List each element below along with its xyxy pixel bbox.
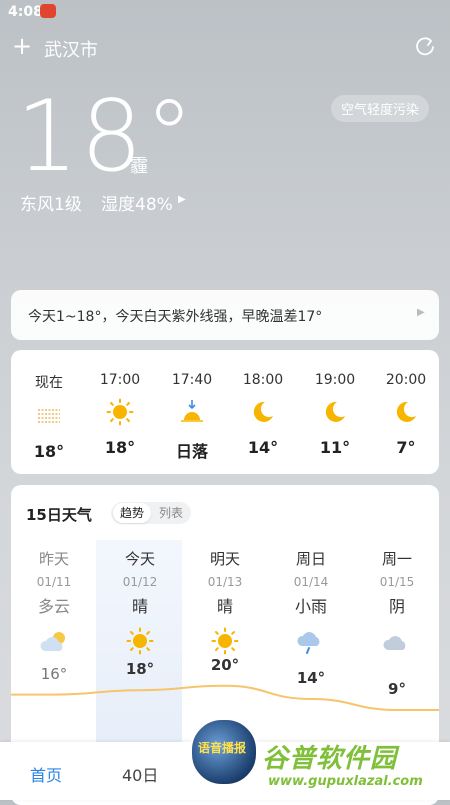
hour-time: 19:00 bbox=[314, 372, 356, 388]
day-date: 01/11 bbox=[36, 575, 72, 589]
moon-icon bbox=[325, 401, 345, 422]
wind-info[interactable]: 东风1级 bbox=[20, 190, 82, 215]
hourly-item: 18:00 14° bbox=[233, 372, 293, 457]
status-bar bbox=[0, 0, 450, 26]
hour-value: 日落 bbox=[175, 442, 208, 461]
sun-icon bbox=[126, 627, 154, 655]
day-weather: 晴 bbox=[216, 597, 233, 616]
day-high-temp: 14° bbox=[296, 669, 326, 687]
day-weather: 阴 bbox=[388, 597, 405, 616]
day-name: 周日 bbox=[295, 550, 326, 568]
tip-text: 今天1~18°，今天白天紫外线强，早晚温差17° bbox=[28, 309, 323, 325]
overcast-icon bbox=[383, 636, 406, 650]
day-name: 明天 bbox=[209, 550, 240, 568]
cloudy-icon bbox=[40, 632, 65, 651]
day-column[interactable]: 昨天 01/11 多云 bbox=[11, 548, 97, 659]
day-column[interactable]: 周一 01/15 阴 bbox=[354, 548, 440, 659]
add-city-button[interactable]: + bbox=[12, 34, 32, 58]
chevron-right-icon: ▶ bbox=[178, 194, 186, 205]
city-name[interactable]: 武汉市 bbox=[44, 36, 98, 62]
haze-icon bbox=[38, 409, 60, 423]
day-weather: 小雨 bbox=[294, 597, 327, 616]
day-date: 01/12 bbox=[122, 575, 158, 589]
hour-value: 18° bbox=[104, 438, 136, 457]
day-name: 昨天 bbox=[38, 550, 69, 568]
day-date: 01/13 bbox=[207, 575, 243, 589]
day-column[interactable]: 周日 01/14 小雨 bbox=[268, 548, 354, 659]
sun-icon bbox=[211, 627, 239, 655]
hour-time: 现在 bbox=[35, 375, 63, 391]
hourly-item: 20:00 7° bbox=[376, 372, 436, 457]
rain-icon bbox=[297, 632, 320, 654]
current-condition: 霾 bbox=[130, 156, 148, 177]
day-high-temp: 9° bbox=[388, 680, 406, 698]
humidity-info[interactable]: 湿度48% bbox=[101, 190, 173, 215]
day-high-temp: 18° bbox=[125, 660, 155, 679]
day-name: 周一 bbox=[381, 550, 412, 568]
aqi-badge[interactable]: 空气轻度污染 bbox=[331, 95, 430, 122]
moon-icon bbox=[253, 401, 273, 422]
hourly-item: 17:00 18° bbox=[90, 372, 150, 457]
hourly-item: 现在 18° bbox=[19, 372, 79, 461]
toggle-trend[interactable]: 趋势 bbox=[113, 503, 151, 523]
current-temperature: 18° bbox=[16, 80, 196, 194]
hour-value: 14° bbox=[247, 438, 279, 457]
sun-icon bbox=[106, 398, 134, 426]
day-high-temp: 20° bbox=[210, 655, 240, 674]
chevron-right-icon: ▶ bbox=[417, 307, 425, 318]
day-date: 01/15 bbox=[379, 575, 415, 589]
notification-icon bbox=[40, 4, 56, 18]
tab-home[interactable]: 首页 bbox=[30, 762, 62, 786]
status-time: 4:08 bbox=[8, 4, 43, 20]
day-date: 01/14 bbox=[293, 575, 329, 589]
hour-value: 11° bbox=[319, 438, 351, 457]
hourly-item: 19:00 11° bbox=[305, 372, 365, 457]
day-name: 今天 bbox=[124, 550, 155, 568]
moon-icon bbox=[396, 401, 416, 422]
hour-time: 17:40 bbox=[171, 372, 213, 388]
voice-broadcast-label: 语音播报 bbox=[197, 741, 246, 755]
watermark-logo: 谷普软件园 bbox=[262, 744, 398, 774]
toggle-list[interactable]: 列表 bbox=[153, 503, 189, 523]
hourly-item: 17:40 日落 bbox=[162, 372, 222, 462]
watermark-url: www.gupuxlazal.com bbox=[268, 774, 423, 789]
hour-value: 18° bbox=[33, 442, 65, 461]
refresh-icon[interactable] bbox=[414, 36, 436, 58]
day-weather: 多云 bbox=[37, 597, 70, 616]
tab-40-days[interactable]: 40日 bbox=[122, 762, 158, 786]
hour-value: 7° bbox=[396, 438, 416, 457]
sunset-icon bbox=[181, 400, 203, 422]
day-column[interactable]: 明天 01/13 晴 bbox=[182, 548, 268, 659]
forecast-title: 15日天气 bbox=[26, 506, 92, 524]
day-weather: 晴 bbox=[131, 597, 148, 616]
hour-time: 18:00 bbox=[242, 372, 284, 388]
day-column[interactable]: 今天 01/12 晴 bbox=[97, 548, 183, 659]
hour-time: 20:00 bbox=[385, 372, 427, 388]
hour-time: 17:00 bbox=[99, 372, 141, 388]
day-high-temp: 16° bbox=[40, 664, 68, 683]
